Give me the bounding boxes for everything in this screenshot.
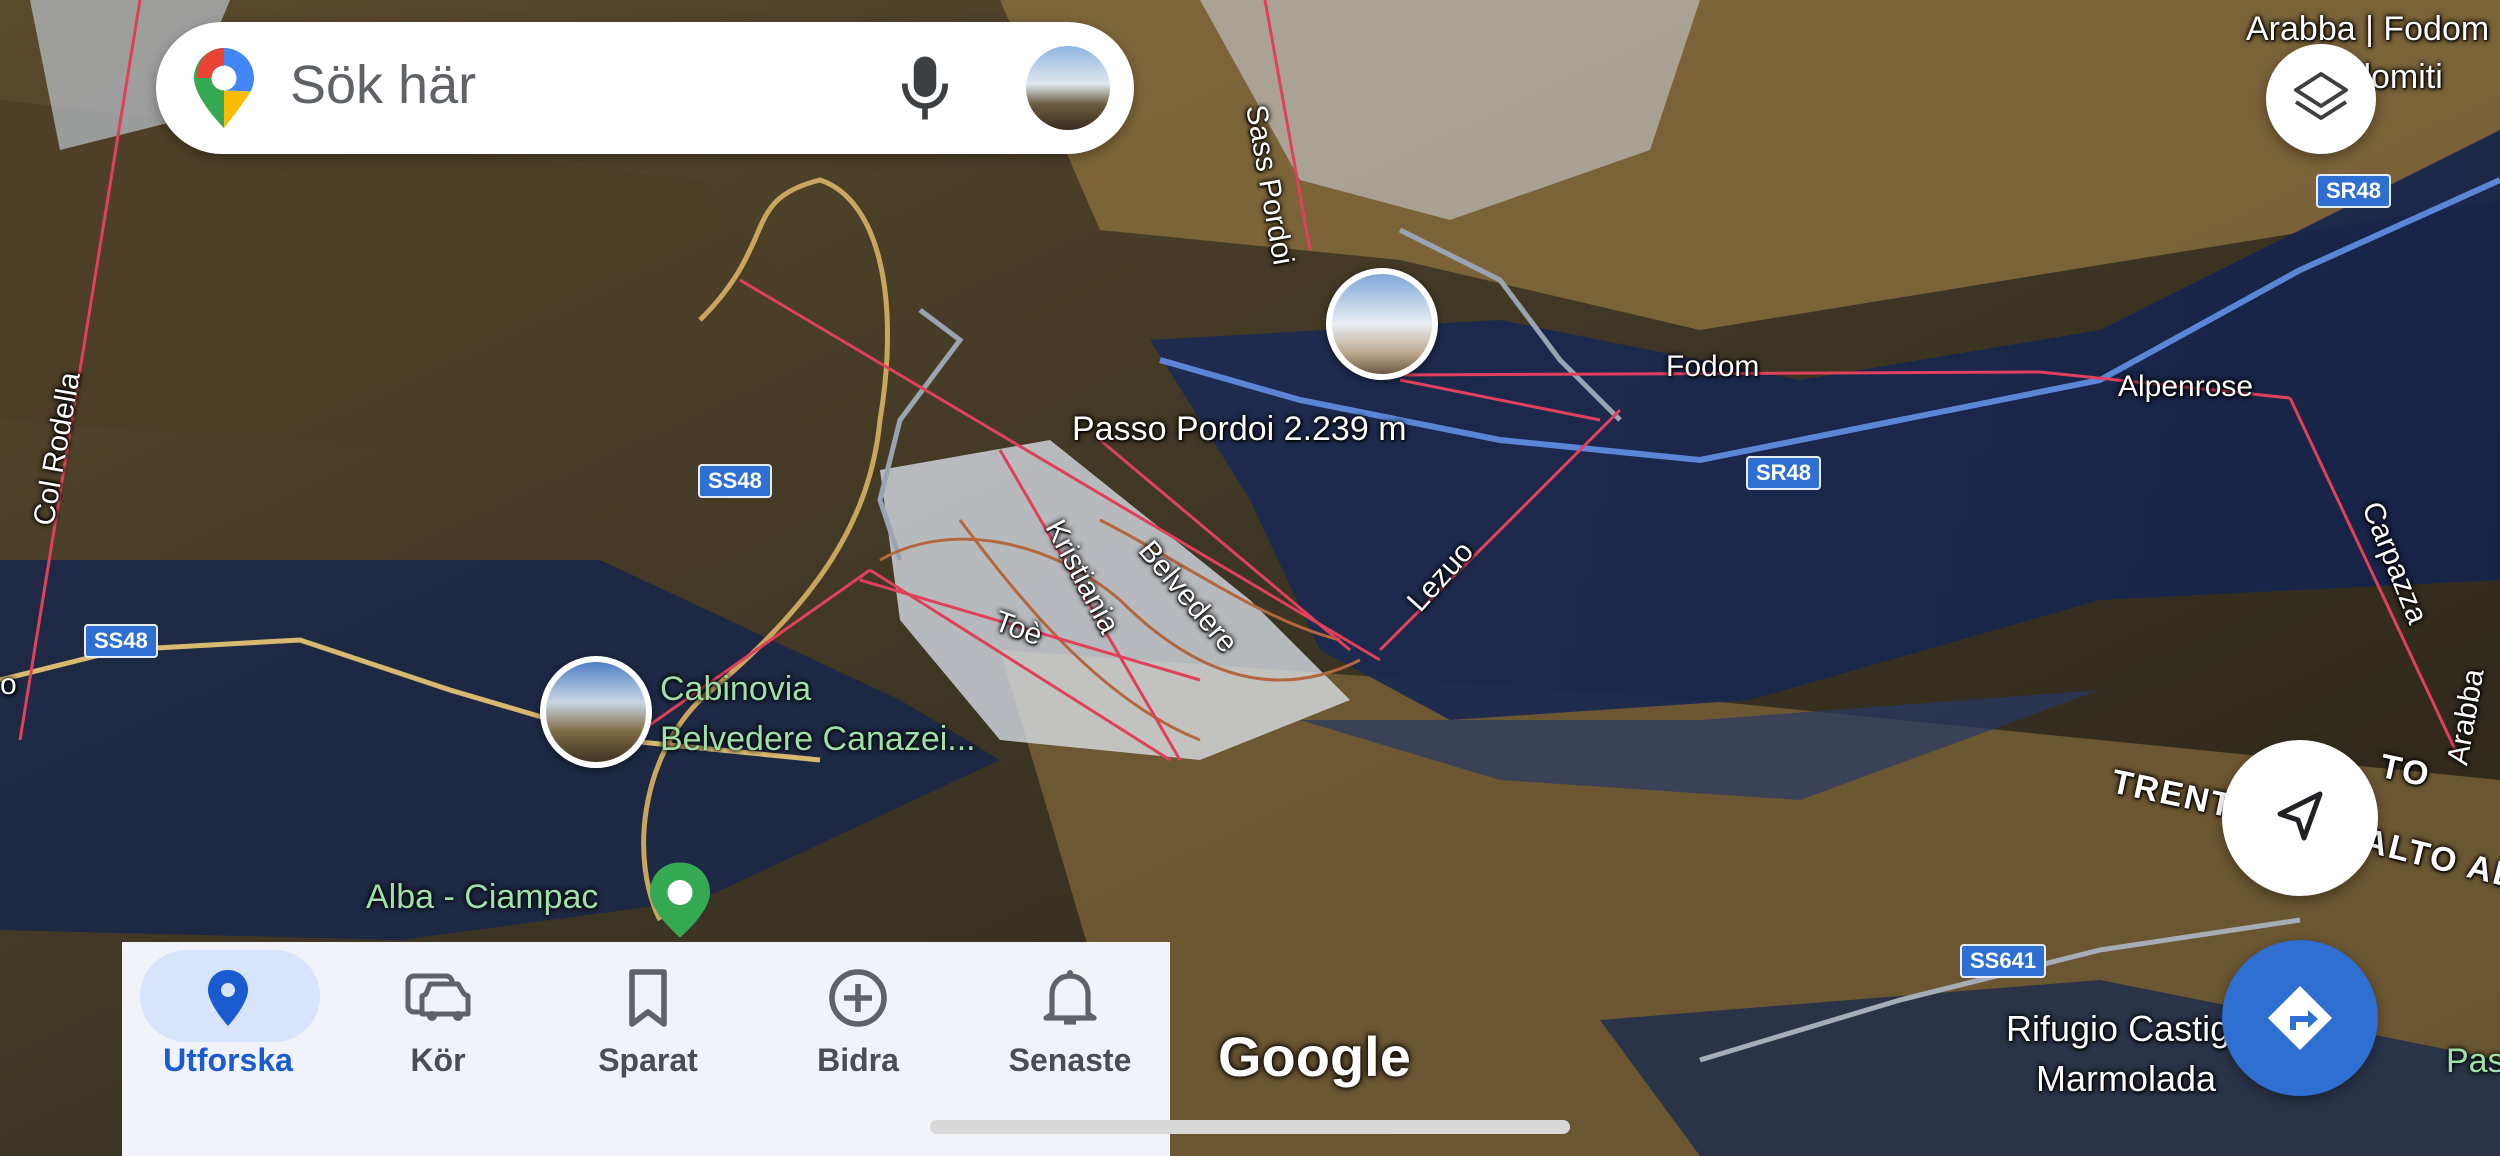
nav-label-utforska: Utforska <box>163 1042 293 1078</box>
car-icon <box>405 973 471 1021</box>
home-indicator[interactable] <box>930 1120 1570 1134</box>
passo-pordoi-photo-pin[interactable] <box>1326 268 1438 380</box>
add-circle-icon <box>829 969 887 1027</box>
layers-button[interactable] <box>2266 44 2376 154</box>
place-label-cabinovia-line2[interactable]: Belvedere Canazei... <box>660 720 976 759</box>
nav-item-bidra[interactable]: Bidra <box>752 942 952 1156</box>
nav-item-kor[interactable]: Kör <box>332 942 532 1156</box>
my-location-button[interactable] <box>2222 740 2378 896</box>
account-avatar[interactable] <box>1026 46 1110 130</box>
road-shield-ss641: SS641 <box>1960 944 2047 978</box>
directions-button[interactable] <box>2222 940 2378 1096</box>
nav-label-senaste: Senaste <box>1008 1042 1132 1078</box>
road-shield-ss48-mid: SS48 <box>698 464 772 498</box>
search-bar[interactable]: Sök här <box>156 22 1134 154</box>
microphone-icon[interactable] <box>898 52 952 124</box>
navigation-arrow-icon <box>2277 791 2323 841</box>
road-shield-sr48-top: SR48 <box>2316 174 2392 208</box>
layers-icon <box>2294 72 2348 120</box>
road-shield-sr48-mid: SR48 <box>1746 456 1822 490</box>
nav-label-sparat: Sparat <box>598 1042 698 1078</box>
place-pin-icon <box>208 970 248 1026</box>
map-label-o-edge: o <box>0 668 17 701</box>
nav-item-sparat[interactable]: Sparat <box>542 942 742 1156</box>
google-attribution: Google <box>1218 1025 1411 1088</box>
map-label-alpenrose: Alpenrose <box>2118 370 2254 403</box>
place-label-cabinovia-line1[interactable]: Cabinovia <box>660 670 811 709</box>
alba-place-pin-icon[interactable] <box>650 862 710 938</box>
google-maps-logo-icon <box>194 48 254 128</box>
nav-item-utforska[interactable]: Utforska <box>122 942 322 1156</box>
nav-label-bidra: Bidra <box>817 1042 899 1078</box>
nav-label-kor: Kör <box>410 1042 466 1078</box>
bookmark-icon <box>629 969 667 1027</box>
cabinovia-photo-pin[interactable] <box>540 656 652 768</box>
road-shield-ss48-left: SS48 <box>84 624 158 658</box>
directions-icon <box>2268 986 2332 1050</box>
map-label-passo-pordoi: Passo Pordoi 2.239 m <box>1072 410 1407 448</box>
bell-icon <box>1043 970 1097 1025</box>
map-label-fodom: Fodom <box>1666 350 1760 383</box>
search-input[interactable]: Sök här <box>290 54 476 116</box>
map-label-rifugio-line2: Marmolada <box>2036 1058 2217 1099</box>
map-label-pas-edge: Pas <box>2446 1042 2500 1080</box>
place-label-alba-ciampac[interactable]: Alba - Ciampac <box>366 878 598 917</box>
